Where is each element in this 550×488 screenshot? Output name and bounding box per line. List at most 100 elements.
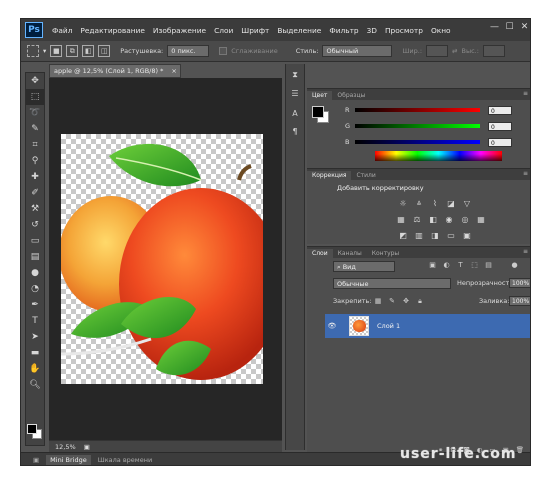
menu-select[interactable]: Выделение	[273, 26, 325, 35]
menu-type[interactable]: Шрифт	[237, 26, 273, 35]
color-lookup-icon[interactable]: ▦	[475, 213, 487, 225]
menu-file[interactable]: Файл	[48, 26, 76, 35]
menu-layers[interactable]: Слои	[210, 26, 237, 35]
filter-shape-icon[interactable]: ⬚	[469, 261, 480, 272]
menu-window[interactable]: Окно	[427, 26, 455, 35]
character-panel-icon[interactable]: A	[287, 106, 303, 120]
black-white-icon[interactable]: ◧	[427, 213, 439, 225]
path-selection-tool-icon[interactable]: ➤	[26, 329, 44, 345]
new-selection-icon[interactable]: ■	[50, 45, 63, 57]
brightness-contrast-icon[interactable]: ☼	[397, 197, 409, 209]
document-tab[interactable]: apple @ 12,5% (Слой 1, RGB/8) * ×	[49, 64, 181, 78]
menu-view[interactable]: Просмотр	[381, 26, 427, 35]
width-input[interactable]	[426, 45, 449, 57]
marquee-preset-icon[interactable]	[27, 45, 39, 57]
lock-all-icon[interactable]: 🔒︎	[415, 297, 425, 307]
tab-channels[interactable]: Каналы	[333, 249, 367, 258]
eyedropper-tool-icon[interactable]: ⚲	[26, 153, 44, 169]
intersect-selection-icon[interactable]: ◫	[98, 45, 111, 57]
panel-toggle-icon[interactable]: ▣	[29, 455, 43, 465]
filter-adjustment-icon[interactable]: ◐	[441, 261, 452, 272]
document-tab-close-icon[interactable]: ×	[171, 67, 176, 75]
dodge-tool-icon[interactable]: ◔	[26, 281, 44, 297]
filter-toggle-icon[interactable]: ●	[509, 261, 520, 272]
lock-position-icon[interactable]: ✥	[401, 297, 411, 307]
lock-image-icon[interactable]: ✎	[387, 297, 397, 307]
doc-info-icon[interactable]: ▣	[84, 443, 90, 451]
tab-timeline[interactable]: Шкала времени	[94, 455, 156, 465]
adjustments-menu-icon[interactable]: ≡	[523, 170, 528, 177]
tab-mini-bridge[interactable]: Mini Bridge	[46, 455, 91, 465]
antialias-checkbox[interactable]	[219, 47, 228, 55]
fill-input[interactable]: 100%	[509, 296, 530, 306]
layer-name[interactable]: Слой 1	[377, 322, 400, 330]
blend-mode-select[interactable]: Обычные	[333, 278, 451, 289]
levels-icon[interactable]: ⩓	[413, 197, 425, 209]
green-value-input[interactable]: 0	[488, 121, 512, 131]
minimize-button[interactable]: —	[489, 22, 500, 33]
threshold-icon[interactable]: ◨	[429, 229, 441, 241]
vibrance-icon[interactable]: ▽	[461, 197, 473, 209]
height-input[interactable]	[482, 45, 505, 57]
feather-input[interactable]: 0 пикс.	[167, 45, 210, 57]
layer-visibility-eye-icon[interactable]: 👁︎	[325, 322, 339, 330]
subtract-selection-icon[interactable]: ◧	[82, 45, 95, 57]
menu-image[interactable]: Изображение	[149, 26, 210, 35]
menu-filter[interactable]: Фильтр	[325, 26, 362, 35]
quick-selection-tool-icon[interactable]: ✎	[26, 121, 44, 137]
blur-tool-icon[interactable]: ●	[26, 265, 44, 281]
tab-swatches[interactable]: Образцы	[332, 91, 370, 100]
blue-value-input[interactable]: 0	[488, 137, 512, 147]
brush-tool-icon[interactable]: ✐	[26, 185, 44, 201]
type-tool-icon[interactable]: T	[26, 313, 44, 329]
color-panel-foreground-swatch[interactable]	[312, 106, 324, 118]
lock-transparent-icon[interactable]: ▦	[373, 297, 383, 307]
tab-layers[interactable]: Слои	[307, 249, 333, 258]
properties-panel-icon[interactable]: ☰	[287, 86, 303, 100]
red-slider[interactable]	[355, 108, 480, 112]
close-button[interactable]: ✕	[519, 22, 530, 33]
canvas[interactable]	[61, 134, 263, 384]
eraser-tool-icon[interactable]: ▭	[26, 233, 44, 249]
zoom-level[interactable]: 12,5%	[55, 443, 76, 451]
add-selection-icon[interactable]: ⧉	[66, 45, 79, 57]
color-spectrum[interactable]	[375, 151, 502, 161]
gradient-map-icon[interactable]: ▭	[445, 229, 457, 241]
tab-color[interactable]: Цвет	[307, 91, 333, 100]
photo-filter-icon[interactable]: ◉	[443, 213, 455, 225]
pen-tool-icon[interactable]: ✒	[26, 297, 44, 313]
filter-type-icon[interactable]: T	[455, 261, 466, 272]
channel-mixer-icon[interactable]: ◎	[459, 213, 471, 225]
layer-filter-select[interactable]: ⌕ Вид	[333, 261, 395, 272]
lasso-tool-icon[interactable]: ➰	[26, 105, 44, 121]
selective-color-icon[interactable]: ▣	[461, 229, 473, 241]
crop-tool-icon[interactable]: ⌗	[26, 137, 44, 153]
tab-paths[interactable]: Контуры	[367, 249, 404, 258]
hand-tool-icon[interactable]: ✋	[26, 361, 44, 377]
zoom-tool-icon[interactable]: 🔍︎	[26, 377, 44, 393]
red-value-input[interactable]: 0	[488, 105, 512, 115]
opacity-input[interactable]: 100%	[509, 278, 530, 288]
preset-dropdown-arrow-icon[interactable]: ▾	[43, 47, 46, 55]
foreground-color-swatch[interactable]	[27, 424, 37, 434]
menu-3d[interactable]: 3D	[363, 26, 381, 35]
move-tool-icon[interactable]: ✥	[26, 73, 44, 89]
color-balance-icon[interactable]: ⚖	[411, 213, 423, 225]
green-slider[interactable]	[355, 124, 480, 128]
menu-edit[interactable]: Редактирование	[76, 26, 149, 35]
paragraph-panel-icon[interactable]: ¶	[287, 124, 303, 138]
layer-row[interactable]: 👁︎ Слой 1	[325, 314, 530, 338]
history-panel-icon[interactable]: ⧗	[287, 68, 303, 82]
blue-slider[interactable]	[355, 140, 480, 144]
filter-smart-object-icon[interactable]: ▤	[483, 261, 494, 272]
layers-menu-icon[interactable]: ≡	[523, 248, 528, 255]
panel-menu-icon[interactable]: ≡	[523, 90, 528, 97]
hue-saturation-icon[interactable]: ▦	[395, 213, 407, 225]
swap-dimensions-icon[interactable]: ⇄	[452, 47, 457, 55]
shape-tool-icon[interactable]: ▬	[26, 345, 44, 361]
history-brush-tool-icon[interactable]: ↺	[26, 217, 44, 233]
filter-pixel-icon[interactable]: ▣	[427, 261, 438, 272]
posterize-icon[interactable]: ▥	[413, 229, 425, 241]
clone-stamp-tool-icon[interactable]: ⚒	[26, 201, 44, 217]
invert-icon[interactable]: ◩	[397, 229, 409, 241]
